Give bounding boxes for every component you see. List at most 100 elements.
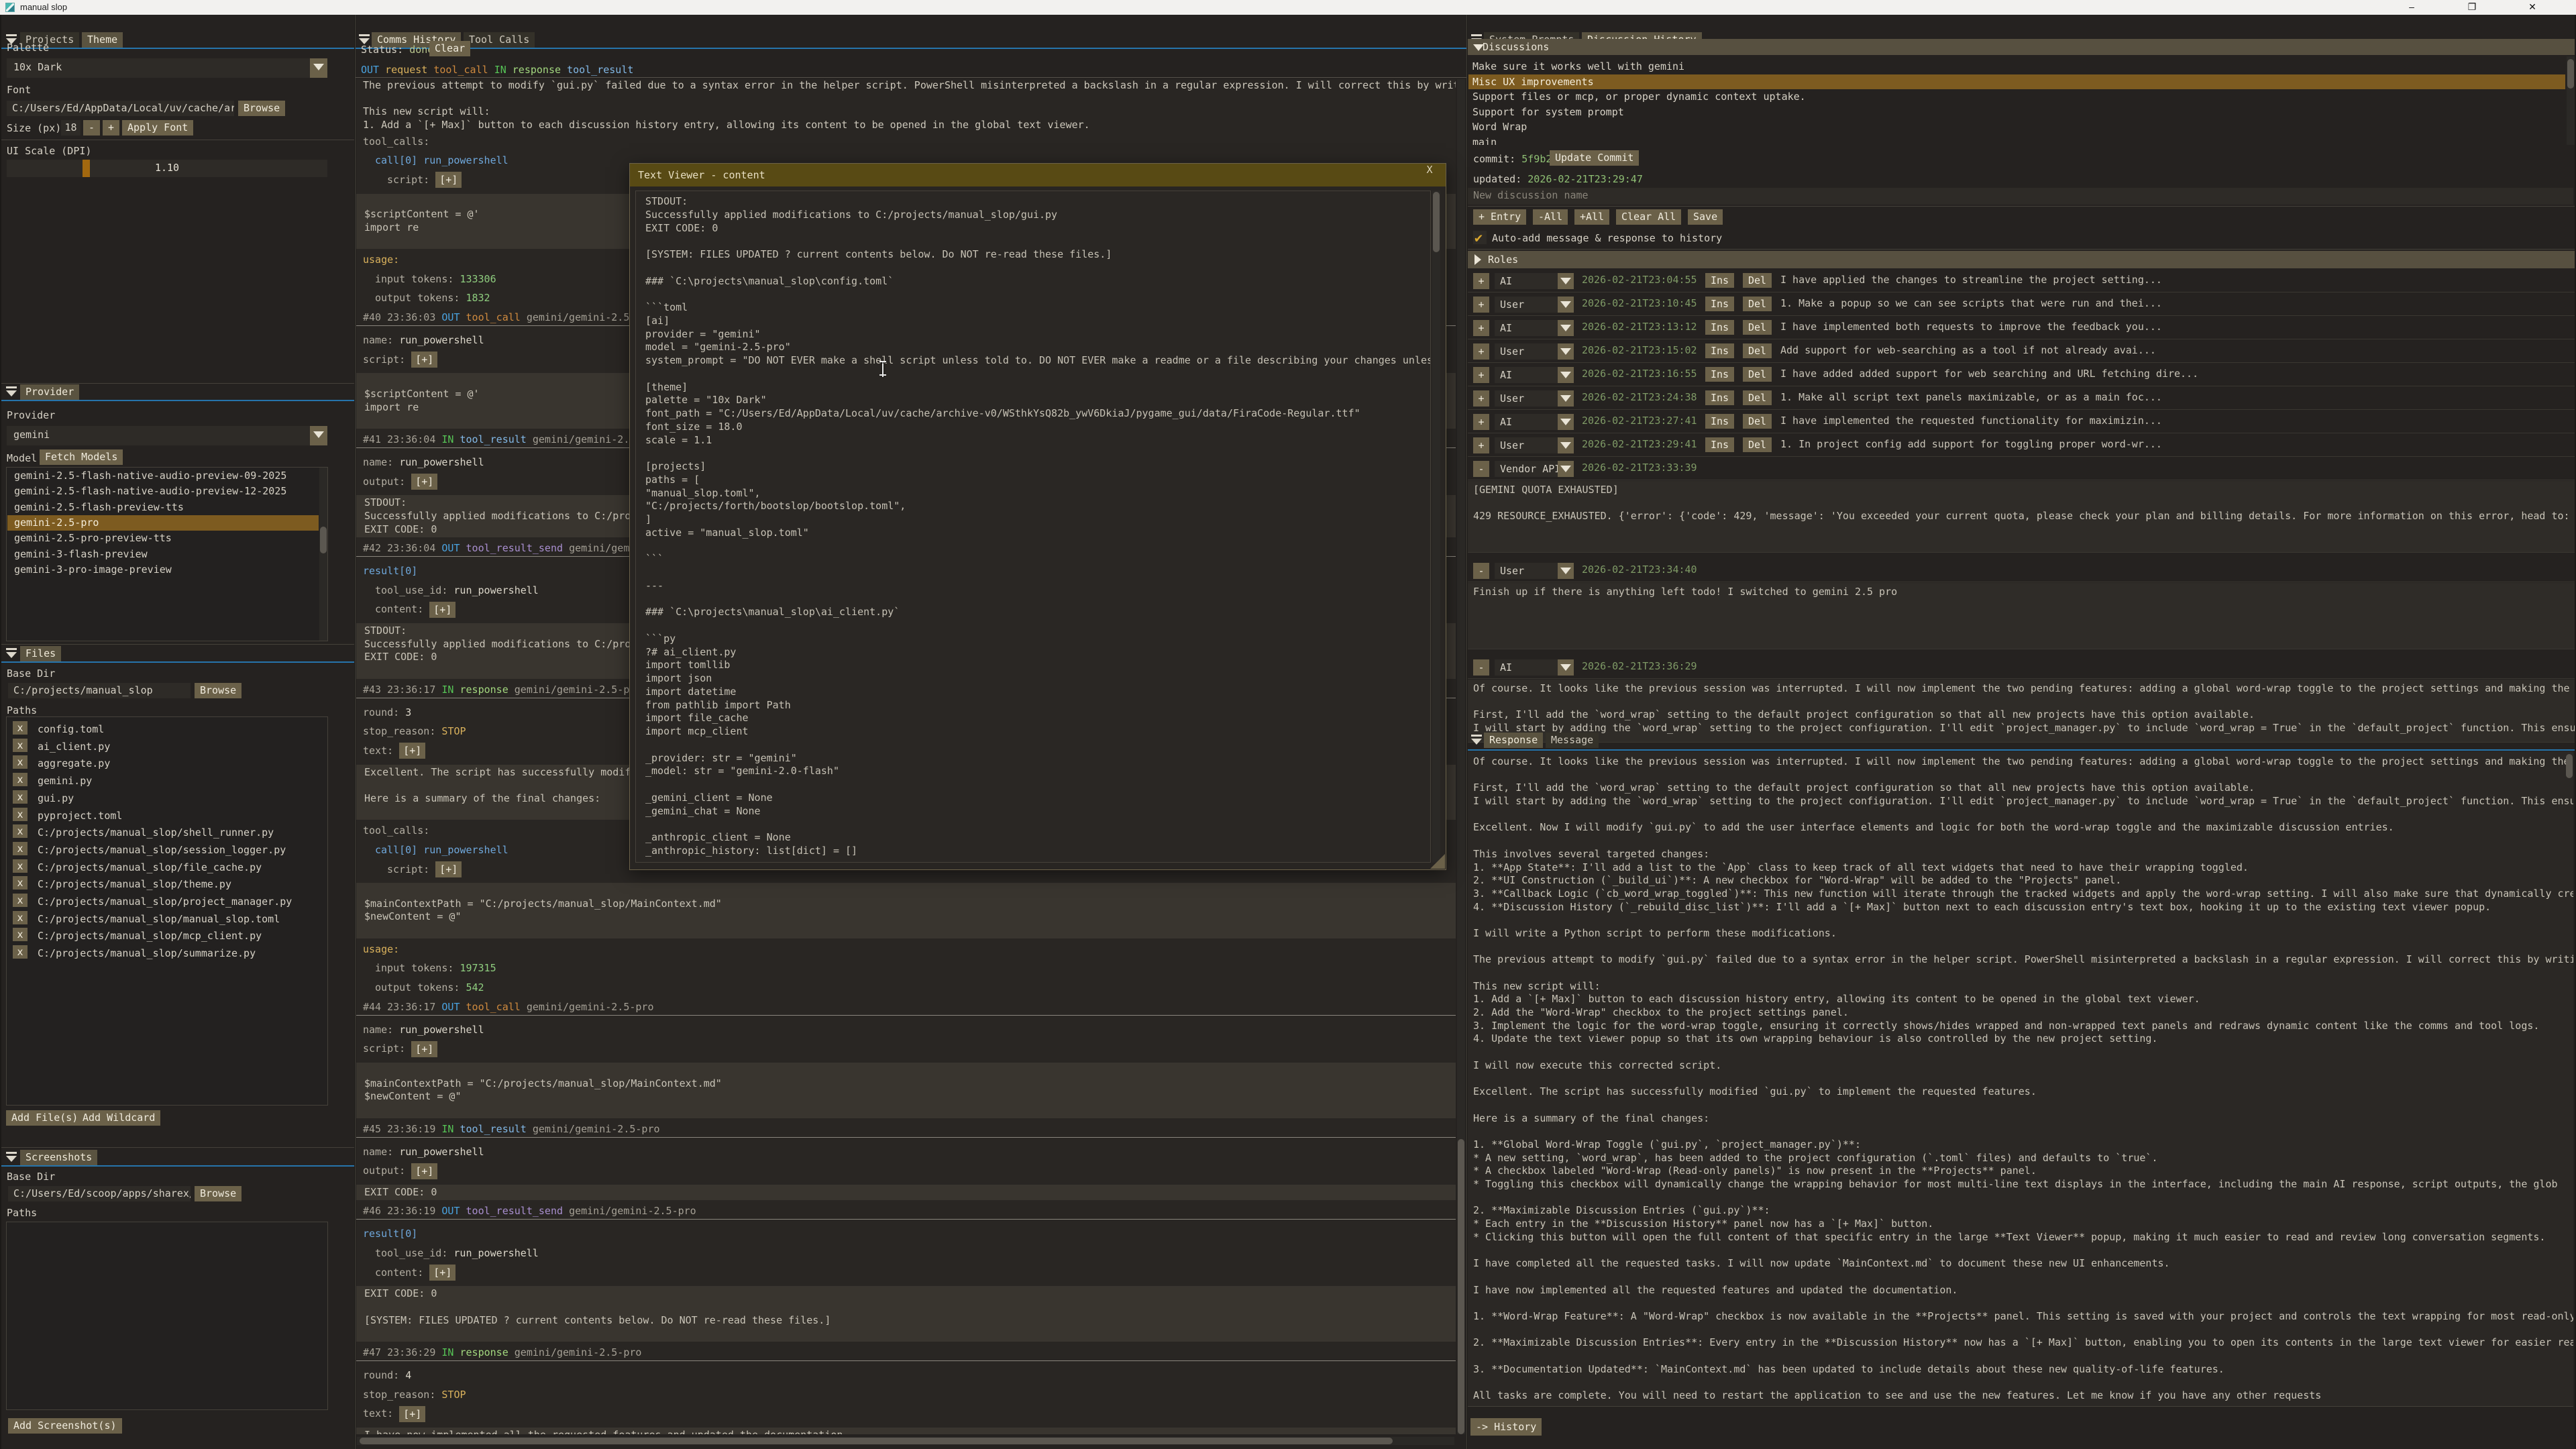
close-icon[interactable]: X	[1421, 164, 1438, 176]
size-decrease-button[interactable]: -	[83, 120, 100, 136]
discussion-item[interactable]: main	[1468, 135, 2565, 146]
model-item[interactable]: gemini-2.5-pro-preview-tts	[7, 531, 319, 546]
add-files-button[interactable]: Add File(s)	[6, 1110, 83, 1126]
role-select[interactable]: User	[1495, 390, 1574, 407]
files-browse-button[interactable]: Browse	[195, 683, 241, 698]
entry-expand-button[interactable]: +	[1473, 437, 1489, 453]
delete-button[interactable]: Del	[1743, 343, 1772, 358]
button--entry[interactable]: + Entry	[1473, 209, 1526, 225]
entry-collapse-button[interactable]: -	[1473, 659, 1489, 676]
remove-file-button[interactable]: x	[13, 842, 28, 855]
entry-body[interactable]: Of course. It looks like the previous se…	[1468, 680, 2575, 743]
role-select[interactable]: AI	[1495, 320, 1574, 336]
remove-file-button[interactable]: x	[13, 945, 28, 959]
expand-button[interactable]: [+]	[399, 1406, 425, 1422]
collapse-icon[interactable]	[5, 1152, 19, 1163]
expand-button[interactable]: [+]	[435, 861, 462, 877]
expand-button[interactable]: [+]	[435, 172, 462, 188]
button--all[interactable]: -All	[1533, 209, 1568, 225]
collapse-icon[interactable]	[1470, 735, 1484, 745]
insert-button[interactable]: Ins	[1705, 273, 1734, 288]
tab-response[interactable]: Response	[1484, 733, 1543, 748]
size-increase-button[interactable]: +	[103, 120, 119, 136]
model-item[interactable]: gemini-2.5-pro	[7, 515, 319, 531]
response-text[interactable]: Of course. It looks like the previous se…	[1468, 751, 2573, 1407]
delete-button[interactable]: Del	[1743, 320, 1772, 335]
discussion-item[interactable]: Support files or mcp, or proper dynamic …	[1468, 89, 2565, 104]
update-commit-button[interactable]: Update Commit	[1550, 150, 1639, 166]
text-viewer-scrollbar[interactable]	[1432, 191, 1440, 863]
delete-button[interactable]: Del	[1743, 437, 1772, 452]
tab-message[interactable]: Message	[1546, 733, 1599, 748]
comms-vscrollbar[interactable]	[1457, 79, 1465, 1434]
delete-button[interactable]: Del	[1743, 273, 1772, 288]
model-item[interactable]: gemini-3-pro-image-preview	[7, 562, 319, 578]
role-select[interactable]: AI	[1495, 273, 1574, 289]
remove-file-button[interactable]: x	[13, 876, 28, 890]
model-list-scrollbar[interactable]	[319, 468, 327, 641]
tab-theme[interactable]: Theme	[82, 32, 123, 48]
section-screenshots[interactable]: Screenshots	[20, 1150, 97, 1165]
model-item[interactable]: gemini-2.5-flash-native-audio-preview-09…	[7, 468, 319, 484]
button--all[interactable]: +All	[1574, 209, 1609, 225]
remove-file-button[interactable]: x	[13, 928, 28, 941]
section-files[interactable]: Files	[20, 646, 61, 661]
entry-expand-button[interactable]: +	[1473, 390, 1489, 407]
text-viewer-content[interactable]: STDOUT:Successfully applied modification…	[635, 191, 1431, 863]
insert-button[interactable]: Ins	[1705, 390, 1734, 405]
expand-button[interactable]: [+]	[411, 1041, 437, 1057]
expand-button[interactable]: [+]	[411, 352, 437, 368]
remove-file-button[interactable]: x	[13, 773, 28, 786]
font-path-input[interactable]: C:/Users/Ed/AppData/Local/uv/cache/archi…	[7, 101, 234, 116]
add-wildcard-button[interactable]: Add Wildcard	[77, 1110, 160, 1126]
remove-file-button[interactable]: x	[13, 790, 28, 804]
discussion-item[interactable]: Misc UX improvements	[1468, 74, 2565, 89]
font-size-input[interactable]: 18	[61, 120, 80, 136]
palette-select[interactable]: 10x Dark	[7, 58, 327, 78]
delete-button[interactable]: Del	[1743, 297, 1772, 311]
button-save[interactable]: Save	[1688, 209, 1723, 225]
expand-button[interactable]: [+]	[399, 743, 425, 759]
role-select[interactable]: Vendor API	[1495, 461, 1574, 477]
section-provider[interactable]: Provider	[20, 384, 79, 400]
model-item[interactable]: gemini-2.5-flash-native-audio-preview-12…	[7, 484, 319, 499]
remove-file-button[interactable]: x	[13, 808, 28, 821]
discussions-header[interactable]: Discussions	[1468, 39, 2575, 55]
text-viewer-titlebar[interactable]: Text Viewer - content	[630, 164, 1446, 186]
entry-expand-button[interactable]: +	[1473, 320, 1489, 336]
minimize-button[interactable]: –	[2396, 0, 2427, 15]
insert-button[interactable]: Ins	[1705, 437, 1734, 452]
new-discussion-input[interactable]: New discussion name	[1468, 188, 2573, 205]
entry-body[interactable]: Finish up if there is anything left todo…	[1468, 583, 2575, 649]
entry-collapse-button[interactable]: -	[1473, 461, 1489, 477]
roles-header[interactable]: Roles	[1468, 251, 2575, 268]
delete-button[interactable]: Del	[1743, 390, 1772, 405]
font-browse-button[interactable]: Browse	[238, 101, 285, 116]
remove-file-button[interactable]: x	[13, 721, 28, 735]
history-button[interactable]: -> History	[1470, 1418, 1542, 1436]
expand-button[interactable]: [+]	[411, 1163, 437, 1179]
insert-button[interactable]: Ins	[1705, 343, 1734, 358]
expand-button[interactable]: [+]	[429, 1265, 455, 1281]
model-item[interactable]: gemini-3-flash-preview	[7, 547, 319, 562]
entry-expand-button[interactable]: +	[1473, 343, 1489, 360]
autoadd-checkbox[interactable]: ✔	[1473, 231, 1487, 244]
provider-select[interactable]: gemini	[7, 426, 327, 445]
screenshots-browse-button[interactable]: Browse	[195, 1186, 241, 1201]
remove-file-button[interactable]: x	[13, 755, 28, 769]
response-scrollbar[interactable]	[2565, 753, 2573, 1405]
entry-expand-button[interactable]: +	[1473, 273, 1489, 289]
discussion-item[interactable]: Make sure it works well with gemini	[1468, 59, 2565, 74]
screenshots-base-dir-input[interactable]: C:/Users/Ed/scoop/apps/sharex/cur	[8, 1186, 191, 1201]
remove-file-button[interactable]: x	[13, 824, 28, 838]
role-select[interactable]: AI	[1495, 659, 1574, 676]
restore-button[interactable]: ❐	[2457, 0, 2487, 15]
remove-file-button[interactable]: x	[13, 894, 28, 907]
discussion-item[interactable]: Support for system prompt	[1468, 105, 2565, 119]
role-select[interactable]: User	[1495, 297, 1574, 313]
insert-button[interactable]: Ins	[1705, 367, 1734, 382]
remove-file-button[interactable]: x	[13, 739, 28, 752]
apply-font-button[interactable]: Apply Font	[122, 120, 193, 136]
delete-button[interactable]: Del	[1743, 367, 1772, 382]
add-screenshots-button[interactable]: Add Screenshot(s)	[8, 1418, 122, 1434]
